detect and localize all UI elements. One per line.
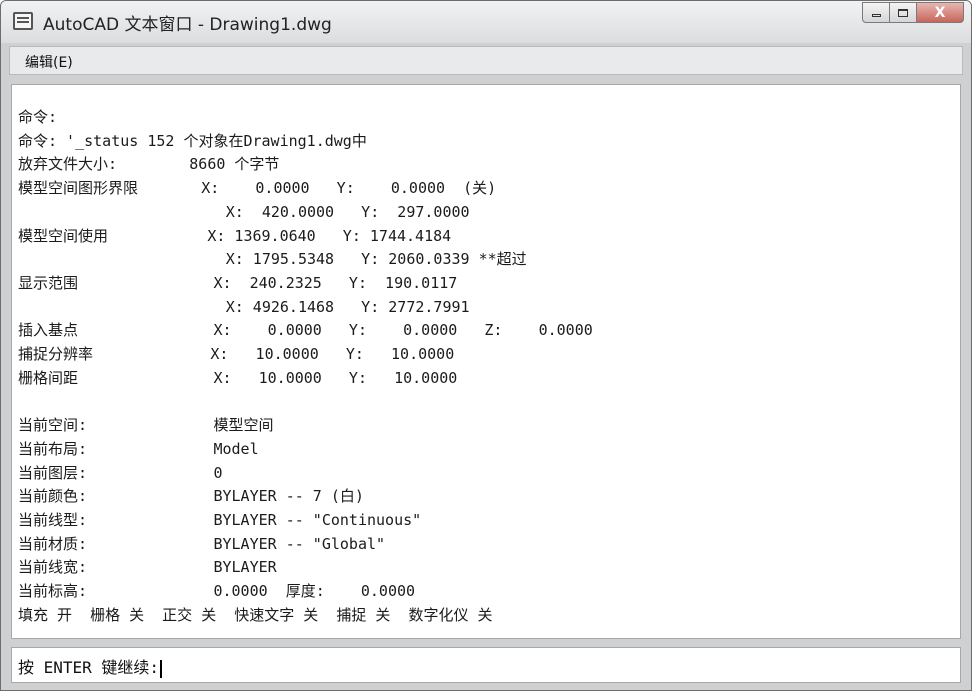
console-line: 当前图层: 0 [18, 463, 223, 482]
console-line: 当前标高: 0.0000 厚度: 0.0000 [18, 582, 416, 601]
command-history-text: 命令: 命令: '_status 152 个对象在Drawing1.dwg中 放弃文… [18, 106, 593, 627]
command-prompt-text: 按 ENTER 键继续: [18, 658, 160, 677]
console-line: 当前颜色: BYLAYER -- 7 (白) [18, 487, 364, 506]
caption-buttons: X [862, 2, 964, 23]
maximize-icon [898, 8, 908, 17]
console-line: X: 4926.1468 Y: 2772.7991 [18, 297, 470, 316]
title-bar[interactable]: AutoCAD 文本窗口 - Drawing1.dwg X [1, 1, 971, 43]
console-line: 当前布局: Model [18, 439, 259, 458]
minimize-button[interactable] [862, 2, 890, 23]
command-history-area[interactable]: 命令: 命令: '_status 152 个对象在Drawing1.dwg中 放弃文… [11, 84, 961, 639]
console-line: 当前线型: BYLAYER -- "Continuous" [18, 510, 422, 529]
console-line: 放弃文件大小: 8660 个字节 [18, 155, 280, 174]
console-line: 栅格间距 X: 10.0000 Y: 10.0000 [18, 368, 458, 387]
console-line: 命令: '_status 152 个对象在Drawing1.dwg中 [18, 131, 367, 150]
text-caret [160, 659, 163, 678]
minimize-icon [871, 14, 881, 17]
console-line: 填充 开 栅格 关 正交 关 快速文字 关 捕捉 关 数字化仪 关 [18, 605, 493, 624]
console-line: 模型空间使用 X: 1369.0640 Y: 1744.4184 [18, 226, 452, 245]
console-line: 显示范围 X: 240.2325 Y: 190.0117 [18, 273, 458, 292]
console-line: 当前空间: 模型空间 [18, 416, 274, 435]
console-line: 插入基点 X: 0.0000 Y: 0.0000 Z: 0.0000 [18, 321, 593, 340]
window-title: AutoCAD 文本窗口 - Drawing1.dwg [43, 15, 332, 35]
autocad-text-window: AutoCAD 文本窗口 - Drawing1.dwg X 编辑(E) 命令: 命… [0, 0, 972, 691]
console-line: X: 420.0000 Y: 297.0000 [18, 202, 470, 221]
command-prompt: 按 ENTER 键继续: [18, 654, 163, 678]
menu-edit[interactable]: 编辑(E) [25, 52, 73, 72]
app-window-icon[interactable] [13, 12, 33, 30]
console-line: X: 1795.5348 Y: 2060.0339 **超过 [18, 250, 527, 269]
console-line: 捕捉分辨率 X: 10.0000 Y: 10.0000 [18, 345, 455, 364]
console-line: 命令: [18, 108, 58, 126]
menu-bar: 编辑(E) [9, 46, 963, 75]
console-line: 当前材质: BYLAYER -- "Global" [18, 534, 386, 553]
console-line: 模型空间图形界限 X: 0.0000 Y: 0.0000 (关) [18, 179, 497, 198]
close-button[interactable]: X [917, 2, 964, 23]
command-input-bar[interactable]: 按 ENTER 键继续: [11, 647, 961, 683]
close-icon: X [934, 4, 946, 21]
console-line: 当前线宽: BYLAYER [18, 558, 277, 577]
maximize-button[interactable] [890, 2, 917, 23]
